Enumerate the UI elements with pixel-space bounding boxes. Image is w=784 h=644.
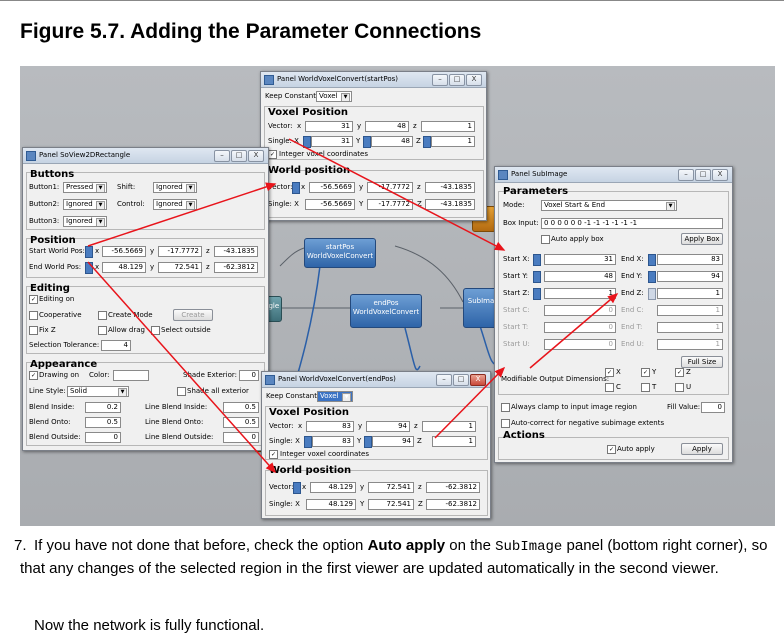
instruction-part1: If you have not done that before, check … bbox=[34, 537, 368, 554]
step-number: 7. bbox=[14, 537, 27, 554]
figure-title: Figure 5.7. Adding the Parameter Connect… bbox=[20, 20, 482, 43]
instruction-paragraph: 7. If you have not done that before, che… bbox=[14, 535, 780, 579]
closing-text: Now the network is fully functional. bbox=[34, 617, 265, 634]
instruction-auto-apply: Auto apply bbox=[367, 537, 446, 554]
instruction-part2: on the bbox=[445, 537, 496, 554]
parameter-connection-arrows bbox=[87, 138, 619, 474]
screenshot-region: startPos WorldVoxelConvert endPos WorldV… bbox=[20, 66, 775, 526]
top-rule bbox=[0, 0, 784, 1]
instruction-subimage: SubImage bbox=[495, 539, 563, 555]
